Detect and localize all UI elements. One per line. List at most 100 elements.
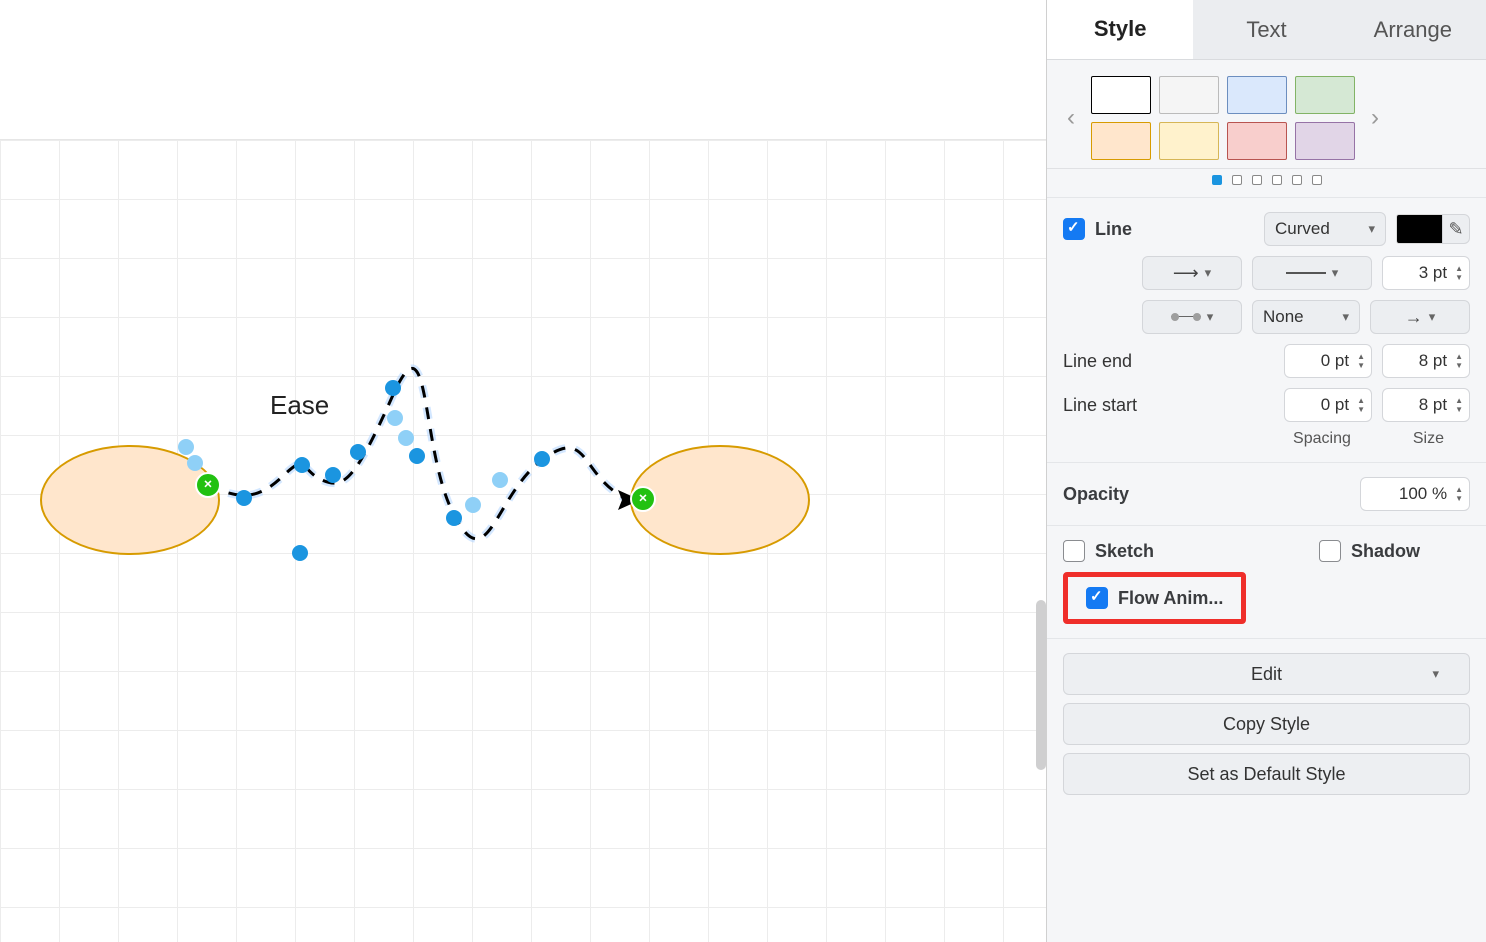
edge-handle[interactable] bbox=[387, 410, 403, 426]
selected-edge[interactable]: × × bbox=[0, 0, 900, 700]
canvas[interactable]: Ease × bbox=[0, 0, 1046, 942]
line-end-size-value: 8 pt bbox=[1419, 351, 1447, 371]
swatch-next-icon[interactable]: › bbox=[1363, 104, 1387, 132]
line-end-label: Line end bbox=[1063, 351, 1132, 372]
edge-waypoint[interactable] bbox=[350, 444, 366, 460]
set-default-style-label: Set as Default Style bbox=[1187, 764, 1345, 785]
chevron-down-icon: ▾ bbox=[1368, 221, 1375, 237]
edge-handle[interactable] bbox=[398, 430, 414, 446]
tab-text[interactable]: Text bbox=[1193, 0, 1339, 59]
pager-dot[interactable] bbox=[1292, 175, 1302, 185]
pager-dot[interactable] bbox=[1272, 175, 1282, 185]
edit-style-button[interactable]: Edit ▾ bbox=[1063, 653, 1470, 695]
edge-handle[interactable] bbox=[178, 439, 194, 455]
swatch[interactable] bbox=[1227, 122, 1287, 160]
line-section: Line Curved ▾ ✎ ▾ ▾ bbox=[1047, 198, 1486, 463]
shadow-label: Shadow bbox=[1351, 541, 1420, 562]
swatch[interactable] bbox=[1091, 122, 1151, 160]
edge-waypoint[interactable] bbox=[294, 457, 310, 473]
line-end-spacing-input[interactable]: 0 pt ▲▼ bbox=[1284, 344, 1372, 378]
size-sublabel: Size bbox=[1413, 430, 1444, 448]
edge-handle[interactable] bbox=[492, 472, 508, 488]
opacity-value: 100 % bbox=[1399, 484, 1447, 504]
sketch-checkbox[interactable] bbox=[1063, 540, 1085, 562]
edge-waypoint[interactable] bbox=[409, 448, 425, 464]
endpoint-connected-icon: × bbox=[639, 490, 647, 506]
line-checkbox[interactable] bbox=[1063, 218, 1085, 240]
style-swatch-grid bbox=[1091, 76, 1355, 160]
swatch[interactable] bbox=[1159, 76, 1219, 114]
arrow-right-icon bbox=[1173, 263, 1199, 284]
opacity-label: Opacity bbox=[1063, 484, 1129, 505]
spacing-sublabel: Spacing bbox=[1293, 430, 1351, 448]
swatch[interactable] bbox=[1295, 76, 1355, 114]
flow-animation-checkbox[interactable] bbox=[1086, 587, 1108, 609]
swatch[interactable] bbox=[1227, 76, 1287, 114]
set-default-style-button[interactable]: Set as Default Style bbox=[1063, 753, 1470, 795]
line-checkbox-label: Line bbox=[1095, 219, 1132, 240]
stepper-icon[interactable]: ▲▼ bbox=[1451, 352, 1463, 370]
copy-style-button[interactable]: Copy Style bbox=[1063, 703, 1470, 745]
edge-waypoint[interactable] bbox=[325, 467, 341, 483]
edge-waypoint[interactable] bbox=[236, 490, 252, 506]
pager-dot[interactable] bbox=[1252, 175, 1262, 185]
waypoints-icon bbox=[1171, 310, 1201, 324]
panel-tabs: Style Text Arrange bbox=[1047, 0, 1486, 60]
arrow-right-icon bbox=[1405, 307, 1423, 328]
stepper-icon[interactable]: ▲▼ bbox=[1451, 396, 1463, 414]
stepper-icon[interactable]: ▲▼ bbox=[1451, 264, 1463, 282]
arrow-end-select[interactable]: ▾ bbox=[1370, 300, 1470, 334]
line-start-spacing-input[interactable]: 0 pt ▲▼ bbox=[1284, 388, 1372, 422]
pager-dot[interactable] bbox=[1232, 175, 1242, 185]
chevron-down-icon: ▾ bbox=[1432, 666, 1439, 682]
edge-waypoint[interactable] bbox=[534, 451, 550, 467]
stepper-icon[interactable]: ▲▼ bbox=[1353, 396, 1365, 414]
line-style-value: Curved bbox=[1275, 219, 1330, 239]
edge-waypoint[interactable] bbox=[446, 510, 462, 526]
copy-style-label: Copy Style bbox=[1223, 714, 1310, 735]
canvas-scrollbar[interactable] bbox=[1036, 600, 1046, 770]
line-start-size-input[interactable]: 8 pt ▲▼ bbox=[1382, 388, 1470, 422]
chevron-down-icon: ▾ bbox=[1205, 265, 1212, 281]
connection-style-select[interactable]: None ▾ bbox=[1252, 300, 1360, 334]
shadow-checkbox[interactable] bbox=[1319, 540, 1341, 562]
swatch-prev-icon[interactable]: ‹ bbox=[1059, 104, 1083, 132]
line-end-spacing-value: 0 pt bbox=[1321, 351, 1349, 371]
edge-waypoint[interactable] bbox=[385, 380, 401, 396]
eyedropper-icon[interactable]: ✎ bbox=[1442, 214, 1470, 244]
line-start-spacing-value: 0 pt bbox=[1321, 395, 1349, 415]
line-solid-icon bbox=[1286, 272, 1326, 274]
style-actions: Edit ▾ Copy Style Set as Default Style bbox=[1047, 639, 1486, 809]
line-style-select[interactable]: Curved ▾ bbox=[1264, 212, 1386, 246]
line-width-input[interactable]: 3 pt ▲▼ bbox=[1382, 256, 1470, 290]
swatch[interactable] bbox=[1295, 122, 1355, 160]
stepper-icon[interactable]: ▲▼ bbox=[1353, 352, 1365, 370]
line-width-value: 3 pt bbox=[1419, 263, 1447, 283]
chevron-down-icon: ▾ bbox=[1207, 309, 1214, 325]
line-pattern-select[interactable]: ▾ bbox=[1252, 256, 1372, 290]
stepper-icon[interactable]: ▲▼ bbox=[1451, 485, 1463, 503]
tab-arrange[interactable]: Arrange bbox=[1340, 0, 1486, 59]
chevron-down-icon: ▾ bbox=[1429, 309, 1436, 325]
chevron-down-icon: ▾ bbox=[1342, 309, 1349, 325]
format-panel: Style Text Arrange ‹ › bbox=[1046, 0, 1486, 942]
swatch[interactable] bbox=[1159, 122, 1219, 160]
endpoint-connected-icon: × bbox=[204, 476, 212, 492]
arrow-start-select[interactable]: ▾ bbox=[1142, 256, 1242, 290]
swatch-pager bbox=[1047, 169, 1486, 198]
flow-animation-label: Flow Anim... bbox=[1118, 588, 1223, 609]
edge-waypoint[interactable] bbox=[292, 545, 308, 561]
pager-dot[interactable] bbox=[1212, 175, 1222, 185]
connection-style-value: None bbox=[1263, 307, 1304, 327]
opacity-input[interactable]: 100 % ▲▼ bbox=[1360, 477, 1470, 511]
sketch-label: Sketch bbox=[1095, 541, 1154, 562]
swatch[interactable] bbox=[1091, 76, 1151, 114]
line-color-swatch[interactable] bbox=[1396, 214, 1446, 244]
tab-style[interactable]: Style bbox=[1047, 0, 1193, 59]
edge-handle[interactable] bbox=[187, 455, 203, 471]
pager-dot[interactable] bbox=[1312, 175, 1322, 185]
line-end-size-input[interactable]: 8 pt ▲▼ bbox=[1382, 344, 1470, 378]
waypoint-style-select[interactable]: ▾ bbox=[1142, 300, 1242, 334]
edge-handle[interactable] bbox=[465, 497, 481, 513]
flow-animation-highlight: Flow Anim... bbox=[1063, 572, 1246, 624]
